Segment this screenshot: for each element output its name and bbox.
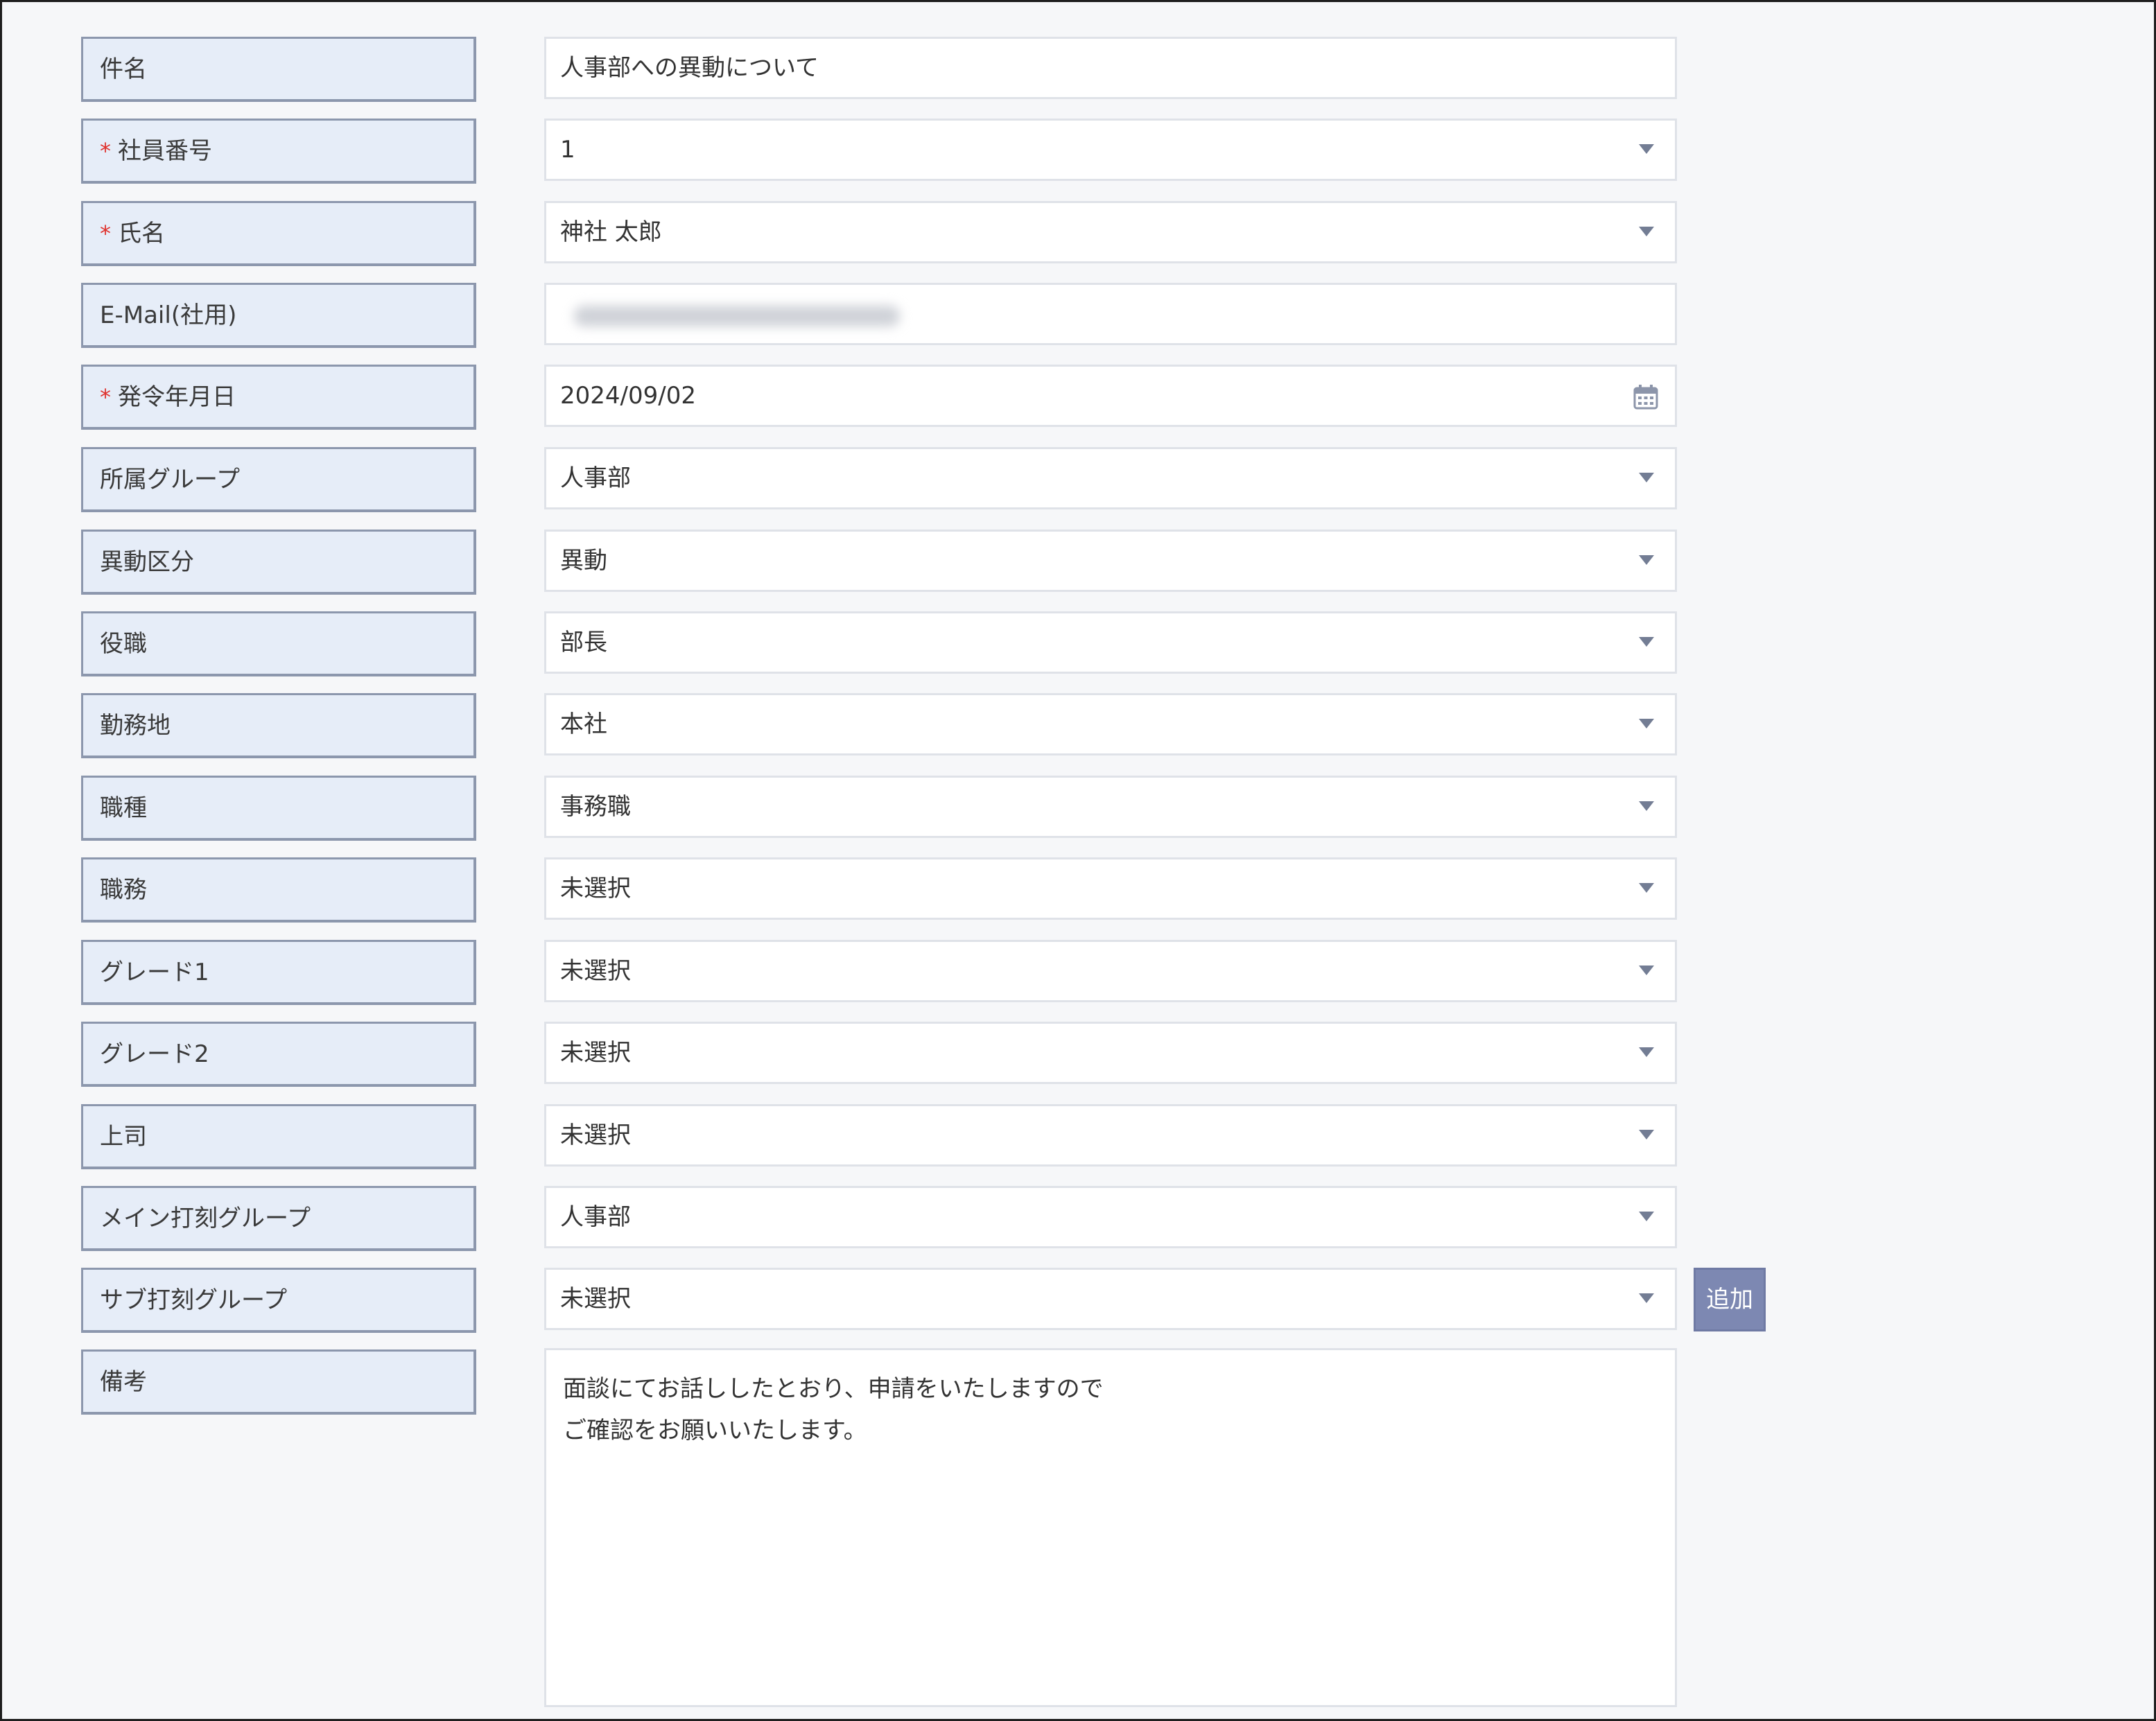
label-remarks: 備考 [81,1349,476,1415]
form-row-group: 所属グループ 人事部 [2,447,2154,514]
form-row-supervisor: 上司 未選択 [2,1104,2154,1171]
label-employee-number: * 社員番号 [81,119,476,184]
label-group: 所属グループ [81,447,476,512]
duties-select[interactable]: 未選択 [544,857,1677,920]
form-row-subject: 件名 人事部への異動について [2,37,2154,103]
chevron-down-icon[interactable] [1639,227,1654,236]
job-type-select[interactable]: 事務職 [544,776,1677,838]
chevron-down-icon[interactable] [1639,883,1654,893]
form-row-job-type: 職種 事務職 [2,776,2154,842]
form-row-sub-clock-group: サブ打刻グループ 未選択 追加 [2,1268,2154,1334]
group-select[interactable]: 人事部 [544,447,1677,509]
label-duties: 職務 [81,857,476,923]
form-row-name: * 氏名 神社 太郎 [2,201,2154,268]
subject-input[interactable]: 人事部への異動について [544,37,1677,99]
sub-clock-group-select[interactable]: 未選択 [544,1268,1677,1330]
remarks-line: ご確認をお願いいたします。 [563,1417,867,1444]
label-sub-clock-group: サブ打刻グループ [81,1268,476,1333]
chevron-down-icon[interactable] [1639,801,1654,811]
remarks-textarea[interactable]: 面談にてお話ししたとおり、申請をいたしますので ご確認をお願いいたします。 [544,1348,1677,1707]
label-issue-date: * 発令年月日 [81,365,476,430]
grade2-select[interactable]: 未選択 [544,1022,1677,1084]
personnel-transfer-form: 件名 人事部への異動について * 社員番号 1 * 氏名 神社 太郎 E-Mail(… [2,2,2154,1719]
label-grade2: グレード2 [81,1022,476,1087]
required-mark: * [100,384,111,410]
required-mark: * [100,220,111,247]
label-transfer-type: 異動区分 [81,530,476,595]
form-row-employee-number: * 社員番号 1 [2,119,2154,185]
form-window: 件名 人事部への異動について * 社員番号 1 * 氏名 神社 太郎 E-Mail(… [0,0,2156,1721]
position-select[interactable]: 部長 [544,611,1677,674]
chevron-down-icon[interactable] [1639,144,1654,154]
chevron-down-icon[interactable] [1639,473,1654,482]
form-row-work-location: 勤務地 本社 [2,693,2154,760]
chevron-down-icon[interactable] [1639,719,1654,728]
email-field[interactable] [544,283,1677,345]
issue-date-input[interactable]: 2024/09/02 [544,365,1677,427]
form-row-main-clock-group: メイン打刻グループ 人事部 [2,1186,2154,1252]
work-location-select[interactable]: 本社 [544,693,1677,755]
chevron-down-icon[interactable] [1639,1212,1654,1221]
label-supervisor: 上司 [81,1104,476,1169]
chevron-down-icon[interactable] [1639,637,1654,647]
form-row-position: 役職 部長 [2,611,2154,678]
form-row-duties: 職務 未選択 [2,857,2154,924]
form-row-issue-date: * 発令年月日 2024/09/02 [2,365,2154,431]
employee-number-select[interactable]: 1 [544,119,1677,181]
form-row-email: E-Mail(社用) [2,283,2154,349]
label-subject: 件名 [81,37,476,102]
required-mark: * [100,138,111,164]
name-select[interactable]: 神社 太郎 [544,201,1677,263]
grade1-select[interactable]: 未選択 [544,940,1677,1002]
remarks-line: 面談にてお話ししたとおり、申請をいたしますので [563,1375,1104,1403]
label-position: 役職 [81,611,476,676]
chevron-down-icon[interactable] [1639,966,1654,975]
label-grade1: グレード1 [81,940,476,1005]
chevron-down-icon[interactable] [1639,1130,1654,1139]
chevron-down-icon[interactable] [1639,1293,1654,1303]
label-email: E-Mail(社用) [81,283,476,348]
form-row-transfer-type: 異動区分 異動 [2,530,2154,596]
chevron-down-icon[interactable] [1639,555,1654,565]
chevron-down-icon[interactable] [1639,1047,1654,1057]
form-row-grade1: グレード1 未選択 [2,940,2154,1006]
blurred-email-value [574,306,900,326]
form-row-grade2: グレード2 未選択 [2,1022,2154,1088]
label-main-clock-group: メイン打刻グループ [81,1186,476,1251]
calendar-icon[interactable] [1632,383,1660,411]
label-job-type: 職種 [81,776,476,841]
supervisor-select[interactable]: 未選択 [544,1104,1677,1167]
label-name: * 氏名 [81,201,476,266]
label-work-location: 勤務地 [81,693,476,758]
transfer-type-select[interactable]: 異動 [544,530,1677,592]
add-button[interactable]: 追加 [1694,1268,1766,1331]
main-clock-group-select[interactable]: 人事部 [544,1186,1677,1248]
